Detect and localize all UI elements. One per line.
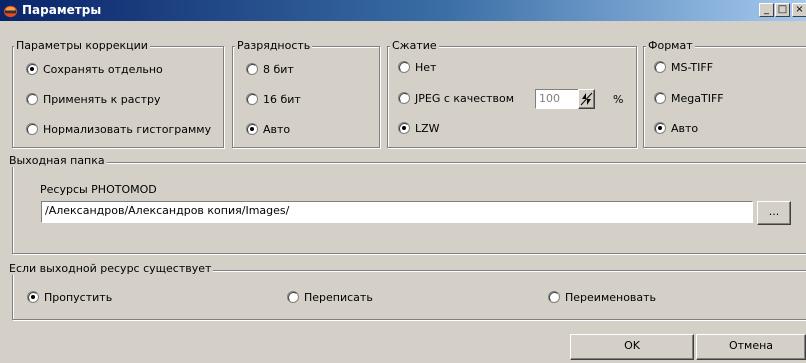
compression-group: Сжатие Нет JPEG с качеством LZW 100 % [387,39,637,148]
window-title: Параметры [22,3,102,17]
if-exists-option-label: Переписать [304,291,373,304]
compression-group-title: Сжатие [390,39,439,52]
format-option-label: Авто [671,122,699,135]
photomod-icon [3,5,18,18]
radio-icon [246,93,258,105]
bitdepth-group: Разрядность 8 бит 16 бит Авто [232,39,380,148]
format-option[interactable]: MegaTIFF [654,92,724,106]
radio-icon [246,123,258,135]
jpeg-quality-spin[interactable] [578,89,595,109]
radio-icon [548,291,560,303]
if-exists-option[interactable]: Переименовать [548,291,656,305]
correction-option-label: Нормализовать гистограмму [43,123,212,136]
minimize-button[interactable]: _ [759,3,774,17]
radio-icon [398,92,410,104]
compression-option-label: LZW [415,122,440,135]
bitdepth-option[interactable]: 8 бит [246,63,294,77]
if-exists-group: Если выходной ресурс существует Пропусти… [7,262,806,320]
cancel-button[interactable]: Отмена [696,334,806,360]
if-exists-option[interactable]: Пропустить [27,291,112,305]
close-button[interactable]: × [792,3,806,17]
output-folder-group: Выходная папка Ресурсы PHOTOMOD /Алексан… [7,154,806,254]
radio-icon [246,63,258,75]
if-exists-option[interactable]: Переписать [287,291,373,305]
correction-option-label: Применять к растру [43,93,161,106]
spin-arrows-icon [580,92,593,106]
format-option-label: MS-TIFF [671,61,714,74]
radio-icon [654,61,666,73]
maximize-button[interactable]: □ [775,3,790,17]
correction-option[interactable]: Применять к растру [26,93,160,107]
if-exists-title: Если выходной ресурс существует [7,262,214,275]
maximize-icon: □ [777,4,788,15]
format-option-label: MegaTIFF [671,92,724,105]
bitdepth-option-label: 8 бит [263,63,294,76]
if-exists-option-label: Пропустить [44,291,113,304]
compression-option-label: JPEG с качеством [415,92,515,105]
radio-icon [287,291,299,303]
correction-option-label: Сохранять отдельно [43,63,163,76]
correction-group-title: Параметры коррекции [14,39,150,52]
format-option[interactable]: Авто [654,122,698,136]
format-group-title: Формат [646,39,695,52]
radio-icon [27,291,39,303]
minimize-icon: _ [764,4,769,15]
radio-icon [398,122,410,134]
jpeg-quality-input[interactable]: 100 [535,89,579,109]
output-path-input[interactable]: /Александров/Александров копия/Images/ [41,201,753,223]
jpeg-quality-unit: % [613,93,624,106]
resource-label: Ресурсы PHOTOMOD [40,183,157,196]
format-group: Формат MS-TIFF MegaTIFF Авто [643,39,806,148]
close-icon: × [795,4,804,15]
radio-icon [654,92,666,104]
radio-icon [26,123,38,135]
output-folder-title: Выходная папка [7,154,107,167]
compression-option[interactable]: LZW [398,122,440,136]
ok-button[interactable]: OK [570,334,694,360]
correction-group: Параметры коррекции Сохранять отдельно П… [12,39,224,148]
bitdepth-option[interactable]: 16 бит [246,93,301,107]
bitdepth-option[interactable]: Авто [246,123,290,137]
radio-icon [26,93,38,105]
compression-option-label: Нет [415,61,437,74]
browse-button[interactable]: ... [757,201,791,225]
title-bar[interactable]: Параметры _ □ × [0,0,806,21]
if-exists-option-label: Переименовать [565,291,657,304]
format-option[interactable]: MS-TIFF [654,61,713,75]
radio-icon [398,61,410,73]
correction-option[interactable]: Нормализовать гистограмму [26,123,211,137]
radio-icon [26,63,38,75]
compression-option[interactable]: Нет [398,61,436,75]
bitdepth-option-label: Авто [263,123,291,136]
bitdepth-group-title: Разрядность [235,39,313,52]
bitdepth-option-label: 16 бит [263,93,301,106]
compression-option[interactable]: JPEG с качеством [398,92,514,106]
radio-icon [654,122,666,134]
correction-option[interactable]: Сохранять отдельно [26,63,163,77]
